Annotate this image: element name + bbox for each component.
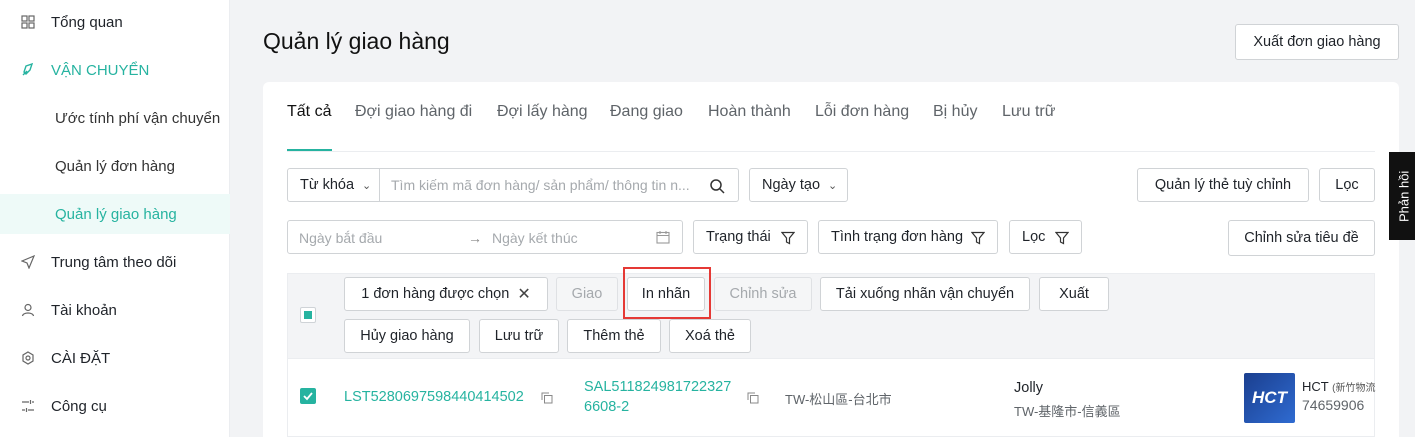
selected-count-label: 1 đơn hàng được chọn (361, 286, 510, 302)
sidebar: Tổng quan VẬN CHUYỂN Ước tính phí vận ch… (0, 0, 230, 437)
extra-filter[interactable]: Lọc (1009, 220, 1082, 254)
search-input[interactable]: Tìm kiếm mã đơn hàng/ sản phẩm/ thông ti… (379, 168, 739, 202)
feedback-tab[interactable]: Phản hồi (1389, 152, 1415, 240)
funnel-icon (1054, 231, 1070, 249)
calendar-icon (656, 230, 670, 247)
tracking-number: 74659906 (1302, 397, 1365, 413)
add-tag-button[interactable]: Thêm thẻ (567, 319, 661, 353)
sidebar-item-label: Tài khoản (51, 301, 117, 319)
grid-icon (20, 14, 36, 30)
export-deliveries-button[interactable]: Xuất đơn giao hàng (1235, 24, 1399, 60)
extra-filter-label: Lọc (1022, 229, 1046, 245)
keyword-select-label: Từ khóa (300, 177, 355, 193)
date-type-label: Ngày tạo (762, 177, 821, 193)
tab-order-error[interactable]: Lỗi đơn hàng (815, 103, 909, 121)
tab-cancelled[interactable]: Bị hủy (933, 103, 977, 121)
export-button[interactable]: Xuất (1039, 277, 1109, 311)
keyword-select[interactable]: Từ khóa ⌄ (287, 168, 380, 202)
sidebar-item-label: Công cụ (51, 397, 107, 415)
user-icon (20, 302, 36, 318)
deliver-button[interactable]: Giao (556, 277, 618, 311)
search-icon[interactable] (709, 178, 725, 199)
sidebar-item-shipping-fee-estimate[interactable]: Ước tính phí vận chuyển (0, 98, 230, 138)
sidebar-item-tracking-center[interactable]: Trung tâm theo dõi (0, 244, 230, 280)
page-title: Quản lý giao hàng (263, 28, 450, 54)
manage-custom-tags-button[interactable]: Quản lý thẻ tuỳ chỉnh (1137, 168, 1309, 202)
tab-completed[interactable]: Hoàn thành (708, 103, 791, 121)
origin-address: TW-松山區-台北市 (785, 392, 892, 407)
copy-icon[interactable] (747, 391, 759, 404)
sidebar-item-overview[interactable]: Tổng quan (0, 4, 230, 40)
row-checkbox[interactable] (300, 388, 316, 404)
close-icon[interactable]: ✕ (517, 284, 530, 304)
sidebar-section-shipping[interactable]: VẬN CHUYỂN (0, 52, 230, 88)
sidebar-item-delivery-management[interactable]: Quản lý giao hàng (0, 194, 230, 234)
tab-in-transit[interactable]: Đang giao (610, 103, 683, 121)
tools-icon (20, 398, 36, 414)
funnel-icon (780, 231, 796, 249)
sidebar-item-order-management[interactable]: Quản lý đơn hàng (0, 146, 230, 186)
edit-button[interactable]: Chỉnh sửa (714, 277, 812, 311)
sidebar-item-tools[interactable]: Công cụ (0, 388, 230, 424)
rocket-icon (20, 62, 36, 78)
sidebar-item-label: Ước tính phí vận chuyển (55, 109, 221, 127)
send-icon (20, 254, 36, 270)
tab-archived[interactable]: Lưu trữ (1002, 103, 1055, 121)
carrier-name-main: HCT (1302, 379, 1329, 394)
highlight-annotation (623, 267, 711, 319)
select-all-checkbox[interactable] (300, 307, 316, 323)
order-id-link[interactable]: LST5280697598440414502 (344, 389, 524, 405)
sidebar-item-account[interactable]: Tài khoản (0, 292, 230, 328)
tab-waiting-pickup[interactable]: Đợi lấy hàng (497, 103, 588, 121)
sidebar-item-label: Quản lý giao hàng (55, 205, 177, 223)
status-filter[interactable]: Trạng thái (693, 220, 808, 254)
sidebar-item-label: Quản lý đơn hàng (55, 157, 175, 175)
recipient-name: Jolly (1014, 380, 1044, 396)
order-state-filter-label: Tình trạng đơn hàng (831, 229, 964, 245)
carrier-name-sub: (新竹物流 (1332, 383, 1376, 394)
reference-id-line2[interactable]: 6608-2 (584, 399, 629, 415)
order-state-filter[interactable]: Tình trạng đơn hàng (818, 220, 998, 254)
check-icon (303, 392, 313, 401)
sidebar-item-label: Trung tâm theo dõi (51, 253, 177, 271)
gear-icon (20, 350, 36, 366)
carrier-name: HCT (新竹物流 (1302, 379, 1375, 394)
status-filter-label: Trạng thái (706, 229, 771, 245)
sidebar-item-label: Tổng quan (51, 13, 123, 31)
tab-all[interactable]: Tất cả (287, 103, 331, 121)
chevron-down-icon: ⌄ (828, 179, 838, 192)
tabs-divider (287, 151, 1375, 152)
recipient-address: TW-基隆市-信義區 (1014, 404, 1121, 419)
end-date-placeholder: Ngày kết thúc (492, 230, 578, 246)
tab-waiting-dispatch[interactable]: Đợi giao hàng đi (355, 103, 472, 121)
start-date-placeholder: Ngày bắt đầu (299, 230, 383, 246)
remove-tag-button[interactable]: Xoá thẻ (669, 319, 751, 353)
archive-button[interactable]: Lưu trữ (479, 319, 559, 353)
funnel-icon (970, 231, 986, 249)
filter-button[interactable]: Lọc (1319, 168, 1375, 202)
arrow-right-icon: → (468, 230, 482, 246)
sidebar-item-label: VẬN CHUYỂN (51, 61, 150, 79)
cancel-delivery-button[interactable]: Hủy giao hàng (344, 319, 470, 353)
date-range-picker[interactable]: Ngày bắt đầu → Ngày kết thúc (287, 220, 683, 254)
copy-icon[interactable] (541, 391, 553, 404)
date-type-select[interactable]: Ngày tạo ⌄ (749, 168, 848, 202)
active-tab-indicator (287, 149, 332, 151)
sidebar-item-label: CÀI ĐẶT (51, 349, 111, 367)
selected-count-chip[interactable]: 1 đơn hàng được chọn ✕ (344, 277, 548, 311)
download-shipping-label-button[interactable]: Tải xuống nhãn vận chuyển (820, 277, 1030, 311)
chevron-down-icon: ⌄ (362, 179, 372, 192)
edit-header-button[interactable]: Chỉnh sửa tiêu đề (1228, 220, 1375, 256)
reference-id-line1[interactable]: SAL511824981722327 (584, 379, 731, 395)
search-placeholder: Tìm kiếm mã đơn hàng/ sản phẩm/ thông ti… (391, 177, 690, 193)
carrier-logo: HCT (1244, 373, 1295, 423)
sidebar-item-settings[interactable]: CÀI ĐẶT (0, 340, 230, 376)
